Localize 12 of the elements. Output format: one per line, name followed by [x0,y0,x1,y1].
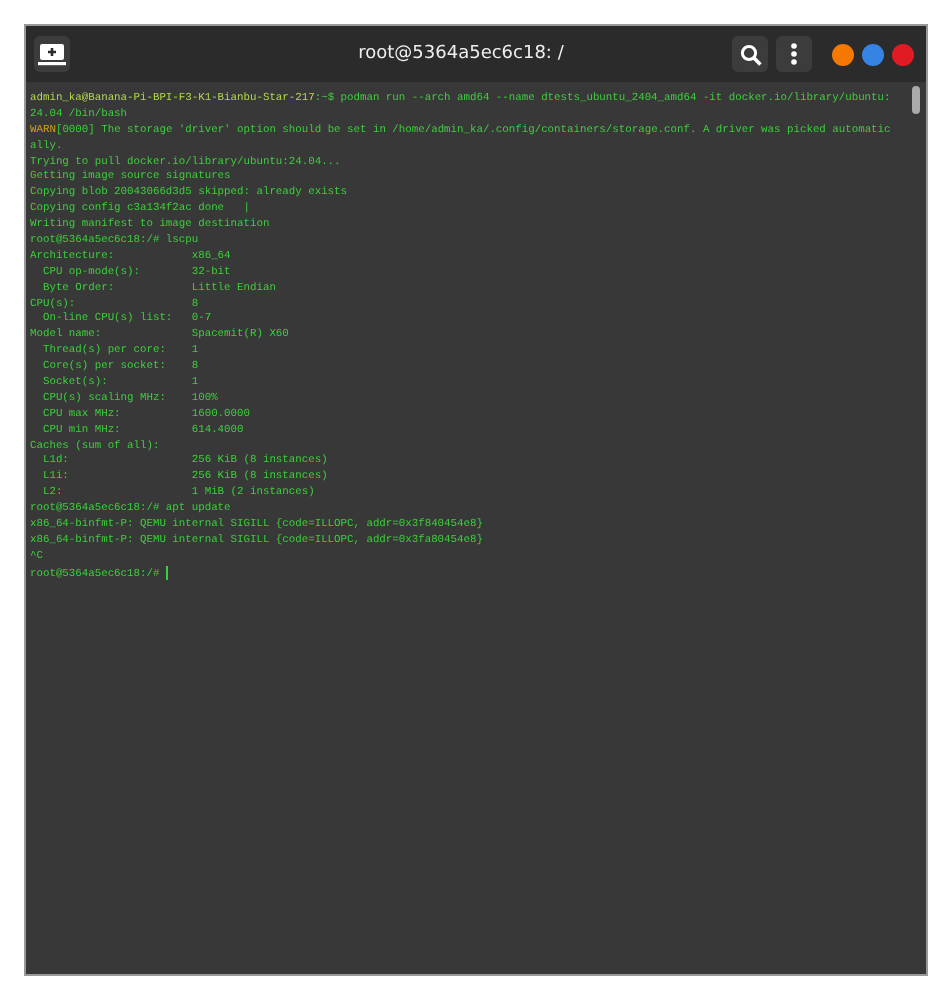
menu-button[interactable] [776,36,812,72]
window-title: root@5364a5ec6c18: / [356,44,566,64]
close-button[interactable] [892,43,914,65]
scrollbar-thumb[interactable] [912,86,920,114]
maximize-button[interactable] [862,43,884,65]
menu-icon [790,42,798,66]
search-button[interactable] [732,36,768,72]
new-tab-button[interactable] [34,36,70,72]
minimize-button[interactable] [832,43,854,65]
new-tab-icon [38,42,66,66]
search-icon [739,43,761,65]
text-cursor [165,565,168,580]
